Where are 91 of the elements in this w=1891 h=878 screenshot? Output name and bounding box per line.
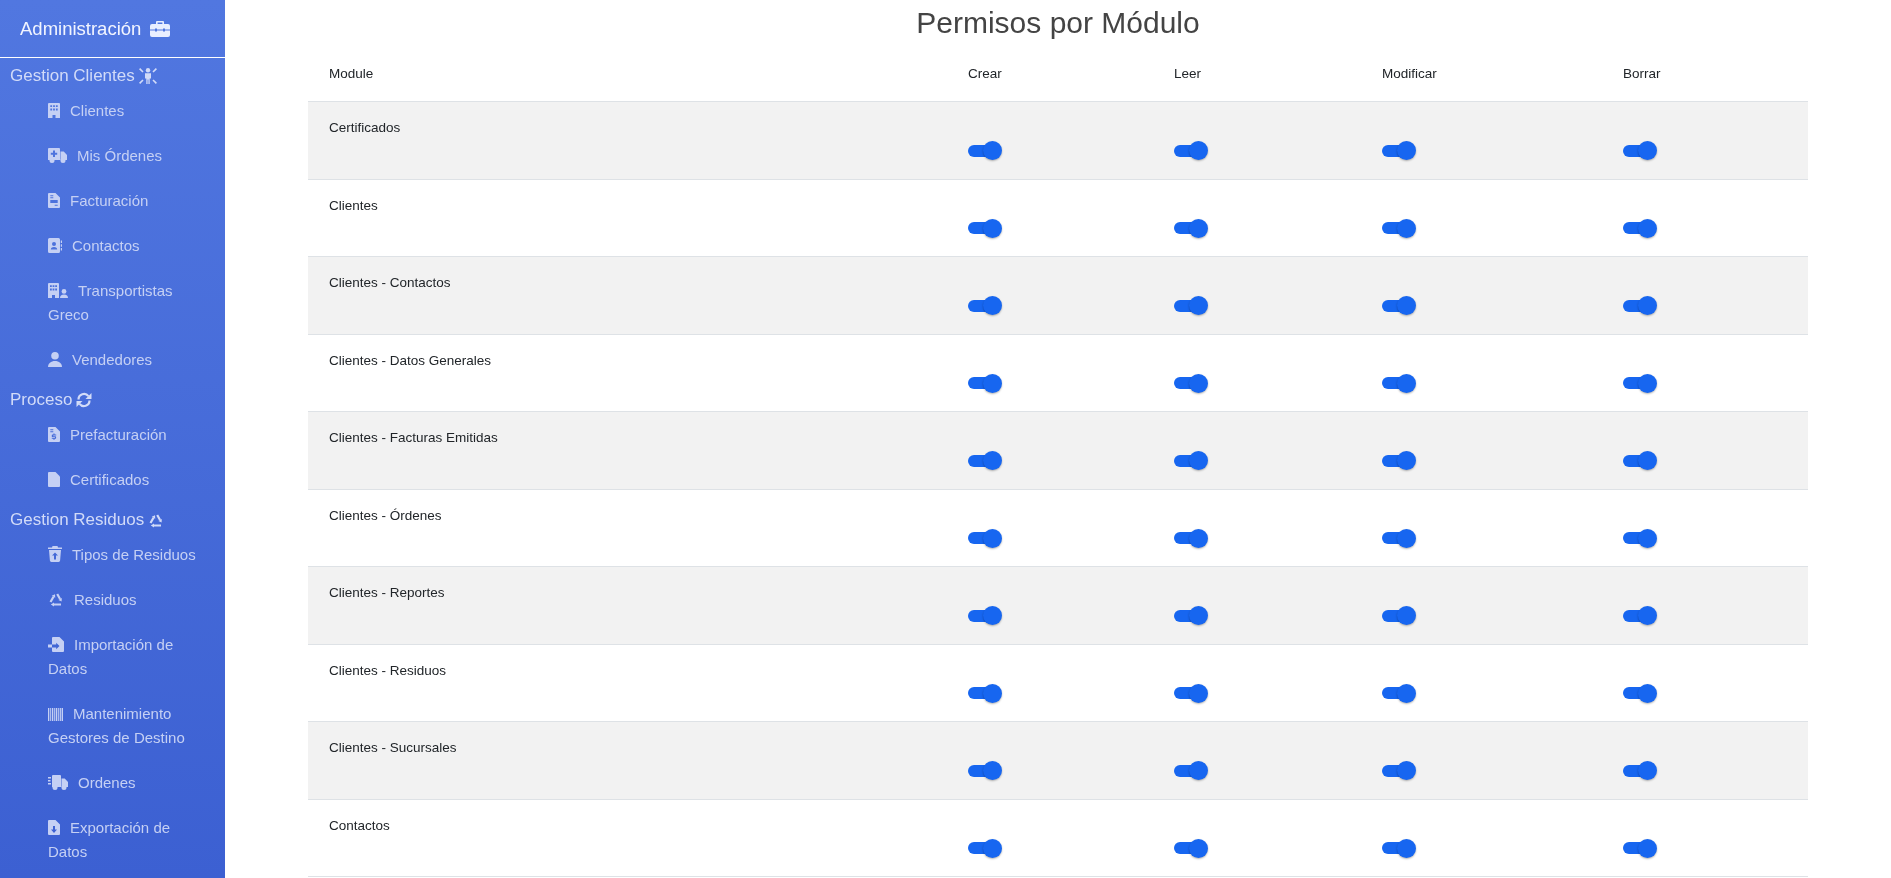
sidebar-link[interactable]: Tipos de Residuos bbox=[0, 532, 225, 577]
sidebar-link[interactable]: Vendedores bbox=[0, 337, 225, 382]
truck-icon bbox=[48, 147, 67, 163]
permission-toggle[interactable] bbox=[1623, 373, 1657, 393]
permission-toggle[interactable] bbox=[1174, 141, 1208, 160]
permission-toggle[interactable] bbox=[968, 296, 1002, 315]
sidebar-title: Administración bbox=[20, 17, 142, 40]
sidebar-link[interactable]: Mis Órdenes bbox=[0, 133, 225, 178]
permission-toggle[interactable] bbox=[968, 451, 1002, 470]
column-header: Borrar bbox=[1623, 66, 1661, 81]
module-name: Clientes bbox=[329, 197, 378, 213]
module-name: Clientes - Residuos bbox=[329, 662, 447, 678]
column-header: Modificar bbox=[1382, 66, 1437, 81]
column-header: Crear bbox=[968, 66, 1002, 81]
permission-toggle[interactable] bbox=[1623, 296, 1657, 315]
permission-toggle[interactable] bbox=[1174, 606, 1208, 625]
sidebar-link[interactable]: Clientes bbox=[0, 88, 225, 133]
permission-toggle[interactable] bbox=[1623, 528, 1657, 548]
barcode-icon bbox=[48, 707, 63, 721]
column-header: Module bbox=[329, 66, 374, 81]
permission-toggle[interactable] bbox=[1623, 683, 1657, 703]
permission-toggle[interactable] bbox=[1382, 838, 1416, 858]
permission-toggle[interactable] bbox=[1382, 296, 1416, 315]
permission-toggle[interactable] bbox=[1623, 838, 1657, 858]
section-title: Gestion Clientes bbox=[10, 65, 135, 87]
permission-toggle[interactable] bbox=[1174, 218, 1208, 238]
permission-toggle[interactable] bbox=[1382, 451, 1416, 470]
document-arrow-icon bbox=[48, 819, 60, 835]
module-name: Clientes - Contactos bbox=[329, 275, 451, 290]
module-name: Contactos bbox=[329, 817, 390, 833]
briefcase-icon bbox=[150, 20, 171, 37]
permission-toggle[interactable] bbox=[1174, 528, 1208, 548]
permission-toggle[interactable] bbox=[968, 373, 1002, 393]
document-icon bbox=[48, 192, 60, 208]
dollar-document-icon bbox=[48, 426, 60, 442]
permission-toggle[interactable] bbox=[968, 761, 1002, 780]
permission-toggle[interactable] bbox=[1174, 683, 1208, 703]
column-header: Leer bbox=[1174, 66, 1202, 81]
permission-toggle[interactable] bbox=[1174, 838, 1208, 858]
permission-toggle[interactable] bbox=[968, 218, 1002, 238]
sidebar-link[interactable]: Residuos bbox=[0, 577, 225, 622]
module-name: Certificados bbox=[329, 120, 401, 135]
permission-toggle[interactable] bbox=[968, 606, 1002, 625]
document-icon bbox=[48, 471, 60, 487]
page-title: Permisos por Módulo bbox=[916, 5, 1200, 41]
permission-toggle[interactable] bbox=[1174, 373, 1208, 393]
permission-toggle[interactable] bbox=[1382, 683, 1416, 703]
module-name: Clientes - Datos Generales bbox=[329, 352, 492, 368]
refresh-icon bbox=[76, 392, 93, 408]
permission-toggle[interactable] bbox=[968, 528, 1002, 548]
permission-toggle[interactable] bbox=[968, 838, 1002, 858]
document-arrow-icon bbox=[48, 636, 64, 652]
building-person-icon bbox=[48, 282, 68, 298]
sidebar-link[interactable]: Contactos bbox=[0, 223, 225, 268]
person-icon bbox=[48, 351, 62, 367]
permission-toggle[interactable] bbox=[1382, 528, 1416, 548]
permission-toggle[interactable] bbox=[1382, 141, 1416, 160]
section-title: Proceso bbox=[10, 389, 73, 411]
recycle-icon bbox=[148, 512, 165, 528]
section-title: Gestion Residuos bbox=[10, 509, 145, 531]
module-name: Clientes - Sucursales bbox=[329, 740, 457, 755]
permission-toggle[interactable] bbox=[1382, 606, 1416, 625]
permission-toggle[interactable] bbox=[1623, 606, 1657, 625]
sidebar-link[interactable]: Importación de Datos bbox=[0, 622, 225, 691]
building-icon bbox=[48, 102, 60, 118]
permission-toggle[interactable] bbox=[968, 141, 1002, 160]
sidebar-link[interactable]: Prefacturación bbox=[0, 412, 225, 457]
person-rays-icon bbox=[138, 68, 157, 84]
permission-toggle[interactable] bbox=[1382, 373, 1416, 393]
contact-card-icon bbox=[48, 237, 62, 253]
permission-toggle[interactable] bbox=[1623, 141, 1657, 160]
trash-can-icon bbox=[48, 545, 62, 562]
permission-toggle[interactable] bbox=[1174, 296, 1208, 315]
sidebar-link[interactable]: Certificados bbox=[0, 457, 225, 502]
module-name: Clientes - Facturas Emitidas bbox=[329, 430, 498, 445]
permission-toggle[interactable] bbox=[1623, 451, 1657, 470]
sidebar-link[interactable]: Ordenes bbox=[0, 760, 225, 805]
permission-toggle[interactable] bbox=[1382, 761, 1416, 780]
permission-toggle[interactable] bbox=[1174, 761, 1208, 780]
sidebar-link[interactable]: Transportistas Greco bbox=[0, 268, 225, 337]
module-name: Clientes - Reportes bbox=[329, 585, 445, 600]
permission-toggle[interactable] bbox=[1174, 451, 1208, 470]
permission-toggle[interactable] bbox=[1623, 218, 1657, 238]
permission-toggle[interactable] bbox=[968, 683, 1002, 703]
permission-toggle[interactable] bbox=[1382, 218, 1416, 238]
sidebar-link[interactable]: Mantenimiento Gestores de Destino bbox=[0, 691, 225, 760]
truck-icon bbox=[48, 774, 68, 790]
module-name: Clientes - Órdenes bbox=[329, 507, 442, 523]
permission-toggle[interactable] bbox=[1623, 761, 1657, 780]
sidebar-link[interactable]: Exportación de Datos bbox=[0, 805, 225, 874]
sidebar-link[interactable]: Facturación bbox=[0, 178, 225, 223]
